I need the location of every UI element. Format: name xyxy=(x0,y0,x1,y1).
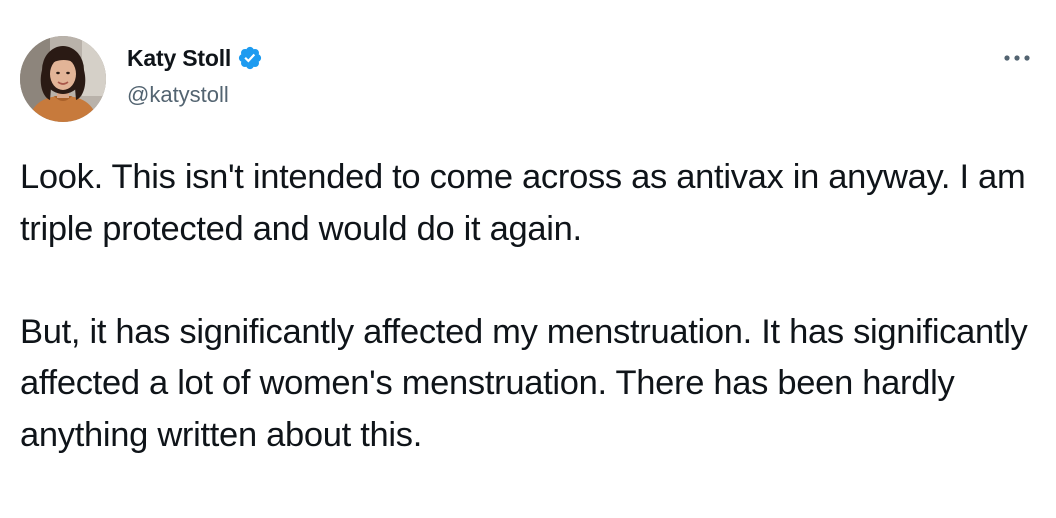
display-name[interactable]: Katy Stoll xyxy=(127,45,231,72)
user-handle[interactable]: @katystoll xyxy=(127,82,229,108)
tweet-text: Look. This isn't intended to come across… xyxy=(20,152,1030,461)
tweet-paragraph: Look. This isn't intended to come across… xyxy=(20,158,1026,248)
verified-badge-icon xyxy=(237,45,263,71)
tweet-paragraph: But, it has significantly affected my me… xyxy=(20,312,1028,454)
avatar-image xyxy=(20,36,106,122)
avatar[interactable] xyxy=(20,36,106,122)
tweet-card: Katy Stoll @katystoll Look. This isn't i… xyxy=(0,0,1056,518)
author-name-row: Katy Stoll xyxy=(127,42,263,74)
more-options-icon[interactable] xyxy=(1000,46,1034,70)
